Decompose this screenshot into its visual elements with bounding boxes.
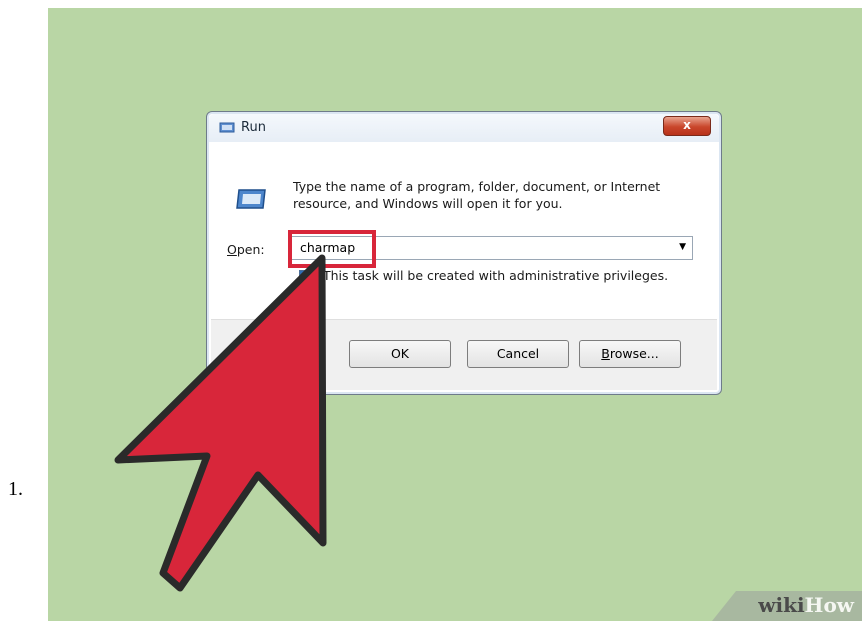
watermark-text: wikiHow	[758, 593, 854, 617]
watermark-wiki: wiki	[758, 593, 805, 617]
pointer-arrow-shape	[114, 254, 327, 592]
step-number: 1.	[8, 478, 23, 500]
illustration: Run x Type the name of a program, folder…	[48, 8, 862, 621]
wikihow-watermark: wikiHow	[712, 591, 862, 621]
pointer-arrow-icon	[114, 254, 327, 592]
watermark-how: How	[804, 593, 854, 617]
